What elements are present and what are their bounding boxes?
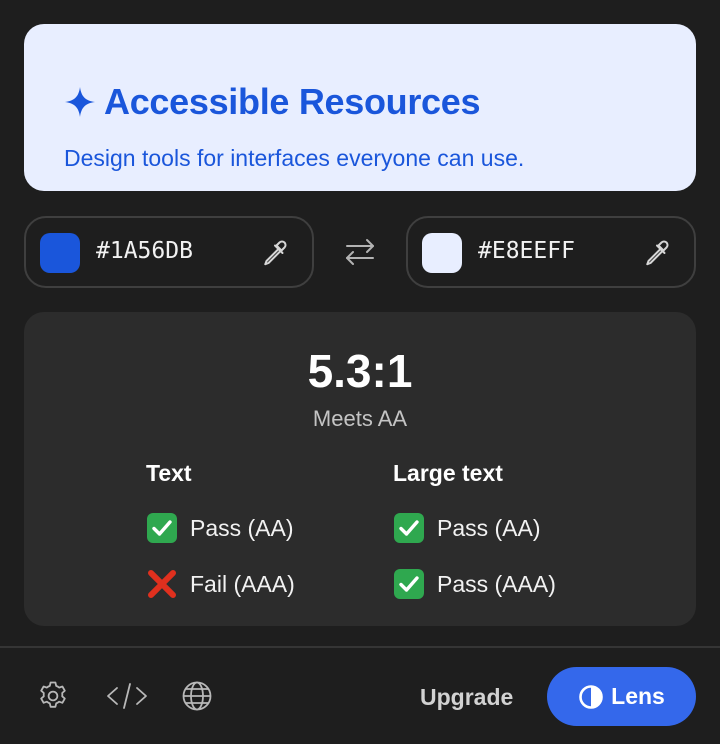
result-row: Pass (AAA) [393,568,556,600]
result-label: Pass (AA) [437,514,541,541]
check-icon [394,513,424,543]
background-hex-value[interactable]: #E8EEFF [478,240,575,263]
sparkle-icon [65,87,95,117]
lens-button[interactable]: Lens [547,667,696,726]
globe-icon[interactable] [180,679,214,713]
eyedropper-icon[interactable] [640,236,674,270]
preview-title-text: Accessible Resources [104,81,481,122]
foreground-hex-value[interactable]: #1A56DB [96,240,193,263]
check-icon [147,513,177,543]
lens-button-label: Lens [611,683,665,709]
result-row: Fail (AAA) [146,568,295,600]
code-icon[interactable] [106,679,148,713]
check-icon [394,569,424,599]
preview-subtitle: Design tools for interfaces everyone can… [64,145,525,171]
contrast-results-card: 5.3:1 Meets AA Text Pass (AA) Fail (AAA)… [24,312,696,626]
result-row: Pass (AA) [146,512,295,544]
result-row: Pass (AA) [393,512,556,544]
background-color-picker[interactable]: #E8EEFF [406,216,696,288]
footer-divider [0,646,720,648]
result-label: Fail (AAA) [190,570,295,597]
eyedropper-icon[interactable] [258,236,292,270]
contrast-checker-panel: Accessible Resources Design tools for in… [0,0,720,744]
contrast-half-circle-icon [579,684,603,709]
result-label: Pass (AA) [190,514,294,541]
large-text-results: Large text Pass (AA) Pass (AAA) [393,462,556,600]
result-label: Pass (AAA) [437,570,556,597]
background-swatch[interactable] [422,233,462,273]
foreground-swatch[interactable] [40,233,80,273]
contrast-ratio: 5.3:1 [307,345,413,397]
contrast-verdict: Meets AA [312,406,408,431]
upgrade-link[interactable]: Upgrade [420,686,513,709]
foreground-color-picker[interactable]: #1A56DB [24,216,314,288]
preview-title: Accessible Resources [64,81,481,122]
cross-icon [148,570,176,598]
gear-icon[interactable] [36,679,70,713]
contrast-preview: Accessible Resources Design tools for in… [24,24,696,191]
text-results: Text Pass (AA) Fail (AAA) [146,462,295,600]
large-text-results-heading: Large text [393,460,503,486]
text-results-heading: Text [146,460,192,486]
swap-arrows-icon[interactable] [342,234,378,270]
